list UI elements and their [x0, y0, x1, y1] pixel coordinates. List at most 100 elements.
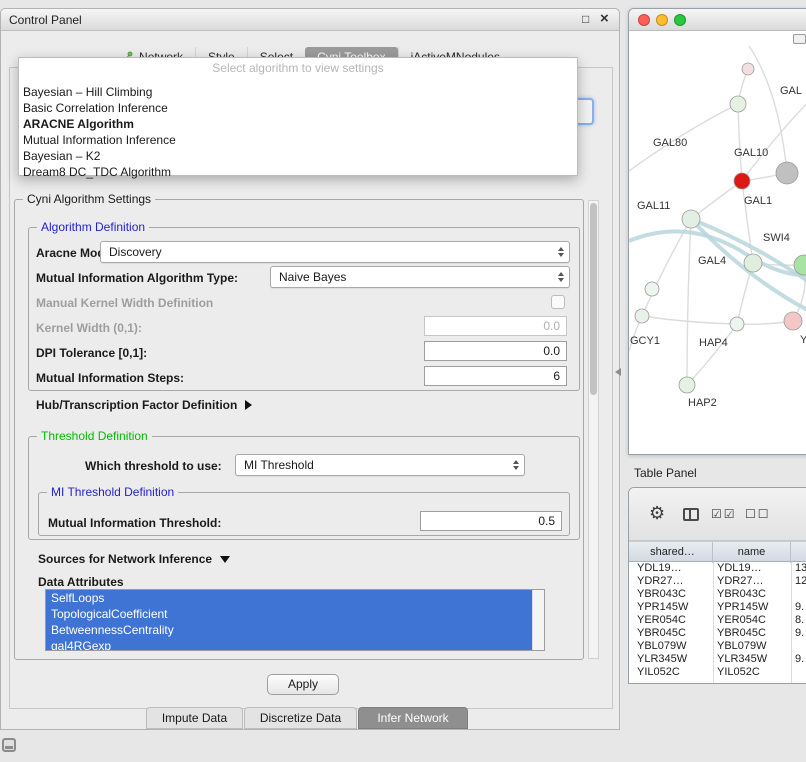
attribute-item[interactable]: BetweennessCentrality: [46, 622, 533, 638]
chevron-down-icon: [220, 556, 230, 563]
algorithm-item[interactable]: Dream8 DC_TDC Algorithm: [19, 164, 577, 180]
aracne-mode-select[interactable]: Discovery: [100, 241, 570, 263]
network-node[interactable]: [742, 63, 754, 75]
cell-name: YDR27…: [717, 575, 763, 588]
algorithm-item[interactable]: Bayesian – Hill Climbing: [19, 84, 577, 100]
cell-name: YBL079W: [717, 640, 767, 653]
control-panel-titlebar: Control Panel □ ×: [1, 9, 619, 31]
close-panel-icon[interactable]: ×: [600, 10, 609, 27]
chevron-right-icon: [245, 400, 252, 410]
cell-extra: 9.: [795, 653, 804, 666]
threshold-definition-title: Threshold Definition: [37, 429, 152, 444]
network-node-hap2[interactable]: [679, 377, 695, 393]
node-label: GAL1: [744, 195, 772, 207]
hub-definition-toggle[interactable]: Hub/Transcription Factor Definition: [36, 398, 252, 412]
panel-dock-icon[interactable]: [2, 738, 16, 752]
cell-name: YIL052C: [717, 666, 760, 679]
float-window-icon[interactable]: □: [582, 12, 589, 26]
cell-name: YBR043C: [717, 588, 766, 601]
manual-kernel-width-label: Manual Kernel Width Definition: [36, 296, 213, 310]
deselect-all-checkboxes-icon[interactable]: ☐☐: [745, 507, 771, 521]
network-node[interactable]: [730, 317, 744, 331]
attributes-list-scrollbar[interactable]: [532, 590, 544, 650]
stepper-arrows-icon: [558, 247, 564, 257]
tab-impute-data[interactable]: Impute Data: [146, 707, 243, 729]
column-header-shared-name[interactable]: shared…: [633, 542, 713, 563]
hub-definition-label: Hub/Transcription Factor Definition: [36, 398, 237, 412]
table-row[interactable]: YDL19… YDL19… 13: [629, 562, 806, 575]
cell-shared-name: YBR045C: [637, 627, 686, 640]
table-row[interactable]: YLR345W YLR345W 9.: [629, 653, 806, 666]
dpi-tolerance-label: DPI Tolerance [0,1]:: [36, 346, 147, 360]
cell-shared-name: YBR043C: [637, 588, 686, 601]
network-node[interactable]: [776, 162, 798, 184]
tab-infer-network-label: Infer Network: [377, 711, 448, 725]
algorithm-item[interactable]: Mutual Information Inference: [19, 132, 577, 148]
settings-scrollbar[interactable]: [588, 200, 599, 659]
table-row[interactable]: YER054C YER054C 8.: [629, 614, 806, 627]
table-panel-title: Table Panel: [634, 466, 697, 480]
algorithm-item[interactable]: Basic Correlation Inference: [19, 100, 577, 116]
network-node-hap4[interactable]: [784, 312, 802, 330]
attribute-item[interactable]: gal4RGexp: [46, 638, 533, 651]
splitter-collapse-icon[interactable]: [615, 368, 621, 376]
tab-impute-data-label: Impute Data: [162, 711, 227, 725]
settings-scrollbar-thumb[interactable]: [590, 203, 597, 395]
mi-steps-field[interactable]: 6: [424, 366, 567, 386]
algorithm-definition-title: Algorithm Definition: [37, 220, 149, 235]
table-row[interactable]: YBR045C YBR045C 9.: [629, 627, 806, 640]
attribute-item[interactable]: SelfLoops: [46, 590, 533, 606]
minimize-window-icon[interactable]: [656, 14, 668, 26]
network-node[interactable]: [645, 282, 659, 296]
cell-name: YPR145W: [717, 601, 768, 614]
network-node-gal10[interactable]: [734, 173, 750, 189]
table-row[interactable]: YDR27… YDR27… 12: [629, 575, 806, 588]
column-header-name[interactable]: name: [713, 542, 791, 563]
cell-shared-name: YBL079W: [637, 640, 687, 653]
apply-button-label: Apply: [288, 677, 318, 691]
sources-toggle[interactable]: Sources for Network Inference: [38, 552, 230, 566]
table-row[interactable]: YIL052C YIL052C: [629, 666, 806, 679]
node-label: GAL80: [653, 137, 687, 149]
which-threshold-select[interactable]: MI Threshold: [235, 454, 525, 476]
network-node[interactable]: [744, 254, 762, 272]
node-label: GAL10: [734, 147, 768, 159]
table-row[interactable]: YPR145W YPR145W 9.: [629, 601, 806, 614]
network-view-window: GAL GAL80 GAL10 GAL11 GAL1 SWI4 GAL4 GCY…: [628, 8, 806, 455]
attribute-item[interactable]: TopologicalCoefficient: [46, 606, 533, 622]
control-panel-title: Control Panel: [9, 13, 82, 27]
which-threshold-value: MI Threshold: [244, 458, 314, 472]
zoom-window-icon[interactable]: [674, 14, 686, 26]
node-label: HAP2: [688, 397, 717, 409]
column-header-extra[interactable]: [791, 542, 806, 563]
close-window-icon[interactable]: [638, 14, 650, 26]
cell-extra: 9.: [795, 601, 804, 614]
algorithm-item-selected[interactable]: ARACNE Algorithm: [19, 116, 577, 132]
tab-discretize-data[interactable]: Discretize Data: [244, 707, 357, 729]
cell-shared-name: YLR345W: [637, 653, 687, 666]
dpi-tolerance-field[interactable]: 0.0: [424, 341, 567, 361]
table-row[interactable]: YBR043C YBR043C: [629, 588, 806, 601]
cell-name: YER054C: [717, 614, 766, 627]
node-label: HAP4: [699, 337, 728, 349]
mi-algorithm-type-select[interactable]: Naive Bayes: [270, 266, 570, 288]
tab-discretize-data-label: Discretize Data: [260, 711, 341, 725]
network-node[interactable]: [730, 96, 746, 112]
columns-icon[interactable]: [683, 508, 699, 521]
select-all-checkboxes-icon[interactable]: ☑☑: [711, 507, 737, 521]
algorithm-item[interactable]: Bayesian – K2: [19, 148, 577, 164]
network-node-gcy1[interactable]: [635, 309, 649, 323]
network-node-gal11[interactable]: [682, 210, 700, 228]
apply-button[interactable]: Apply: [267, 674, 339, 695]
mi-threshold-field[interactable]: 0.5: [420, 511, 562, 531]
mi-algorithm-type-label: Mutual Information Algorithm Type:: [36, 271, 238, 285]
algorithm-dropdown-popup: Select algorithm to view settings Bayesi…: [18, 57, 578, 176]
gear-icon[interactable]: ⚙: [649, 503, 665, 524]
data-attributes-label: Data Attributes: [38, 575, 124, 589]
tab-infer-network[interactable]: Infer Network: [358, 707, 468, 729]
mi-threshold-group-title: MI Threshold Definition: [47, 485, 178, 500]
table-rows: YDL19… YDL19… 13 YDR27… YDR27… 12 YBR043…: [629, 562, 806, 683]
stepper-arrows-icon: [558, 272, 564, 282]
table-row[interactable]: YBL079W YBL079W: [629, 640, 806, 653]
node-label: GAL: [780, 85, 802, 97]
